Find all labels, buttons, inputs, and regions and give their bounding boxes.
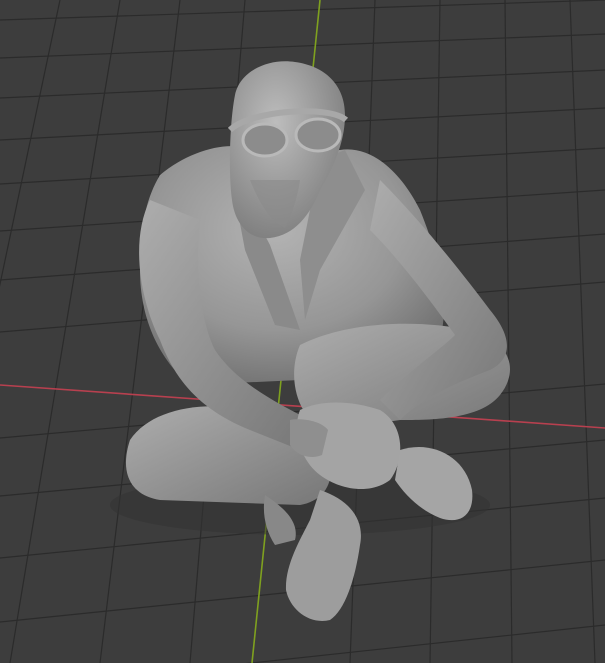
viewport-canvas[interactable]: [0, 0, 605, 663]
3d-viewport[interactable]: [0, 0, 605, 663]
